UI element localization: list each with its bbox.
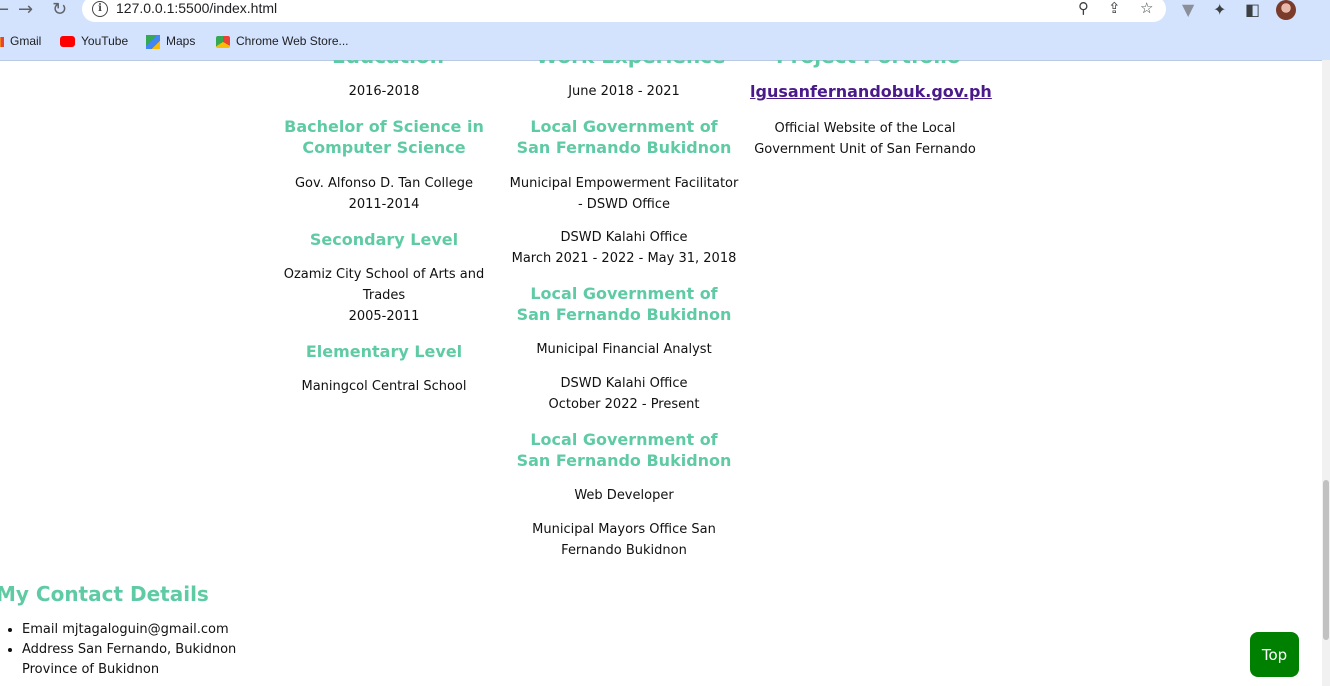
education-years: 2011-2014 xyxy=(348,197,420,212)
work-dates: October 2022 - Present xyxy=(548,397,700,412)
work-office: Municipal Mayors Office San Fernando Buk… xyxy=(532,522,716,558)
side-panel-icon[interactable]: ◧ xyxy=(1245,0,1260,20)
work-role: Municipal Financial Analyst xyxy=(536,342,712,357)
maps-icon xyxy=(146,34,160,49)
extensions-puzzle-icon[interactable]: ✦ xyxy=(1213,0,1226,20)
education-degree-title: Bachelor of Science in Computer Science xyxy=(284,117,484,157)
education-years: 2005-2011 xyxy=(348,309,420,324)
share-icon[interactable]: ⇪ xyxy=(1108,0,1121,17)
browser-chrome: ← → ↻ i 127.0.0.1:5500/index.html ⚲ ⇪ ☆ … xyxy=(0,0,1330,61)
back-arrow-icon[interactable]: ← xyxy=(0,0,9,20)
work-org-title: Local Government of San Fernando Bukidno… xyxy=(516,430,732,470)
bookmark-youtube[interactable]: YouTube xyxy=(60,31,128,51)
chrome-web-store-icon xyxy=(216,35,230,48)
contact-address: Address San Fernando, Bukidnon Province … xyxy=(22,640,242,680)
site-info-icon[interactable]: i xyxy=(92,1,108,17)
scrollbar-thumb[interactable] xyxy=(1323,480,1329,640)
contact-title: My Contact Details xyxy=(0,582,209,606)
work-office: DSWD Kalahi Office xyxy=(560,230,688,245)
bookmark-maps[interactable]: Maps xyxy=(146,31,195,51)
gmail-icon xyxy=(0,36,4,47)
reload-icon[interactable]: ↻ xyxy=(52,0,67,20)
work-date: June 2018 - 2021 xyxy=(568,84,680,99)
work-role: Municipal Empowerment Facilitator - DSWD… xyxy=(509,176,739,212)
education-level-title: Elementary Level xyxy=(305,342,463,361)
project-portfolio-title: Project Portfolio xyxy=(776,60,961,68)
project-link[interactable]: lgusanfernandobuk.gov.ph xyxy=(750,82,992,101)
work-org-title: Local Government of San Fernando Bukidno… xyxy=(516,284,732,324)
bookmark-label: Chrome Web Store... xyxy=(236,34,349,48)
education-column: 2016-2018 Bachelor of Science in Compute… xyxy=(274,81,494,397)
bookmark-label: YouTube xyxy=(81,34,129,48)
project-column: lgusanfernandobuk.gov.ph Official Websit… xyxy=(750,81,992,160)
contact-list: Email mjtagaloguin@gmail.com Address San… xyxy=(0,620,242,680)
work-office: DSWD Kalahi Office xyxy=(560,376,688,391)
education-school: Gov. Alfonso D. Tan College xyxy=(294,176,473,191)
contact-email: Email mjtagaloguin@gmail.com xyxy=(22,620,242,640)
back-to-top-button[interactable]: Top xyxy=(1250,632,1299,677)
education-year: 2016-2018 xyxy=(348,84,420,99)
project-description: Official Website of the Local Government… xyxy=(754,121,976,157)
bookmark-gmail[interactable]: Gmail xyxy=(0,31,41,51)
work-column: June 2018 - 2021 Local Government of San… xyxy=(506,81,742,561)
work-experience-title: Work Experience xyxy=(536,60,726,68)
youtube-icon xyxy=(60,36,75,48)
bookmark-star-icon[interactable]: ☆ xyxy=(1140,0,1153,17)
profile-avatar[interactable] xyxy=(1276,0,1296,20)
education-title: Education xyxy=(332,60,444,68)
education-school: Maningcol Central School xyxy=(301,379,467,394)
zoom-icon[interactable]: ⚲ xyxy=(1078,0,1089,17)
bookmark-label: Gmail xyxy=(10,34,42,48)
page-scrollbar[interactable] xyxy=(1322,60,1330,686)
extension-v-icon[interactable]: ▼ xyxy=(1182,0,1194,20)
url-text[interactable]: 127.0.0.1:5500/index.html xyxy=(116,0,277,16)
work-role: Web Developer xyxy=(574,488,674,503)
address-bar[interactable]: i 127.0.0.1:5500/index.html ⚲ ⇪ ☆ xyxy=(82,0,1166,22)
work-org-title: Local Government of San Fernando Bukidno… xyxy=(516,117,732,157)
forward-arrow-icon[interactable]: → xyxy=(18,0,33,20)
education-school: Ozamiz City School of Arts and Trades xyxy=(283,267,485,303)
work-dates: March 2021 - 2022 - May 31, 2018 xyxy=(511,251,737,266)
bookmark-label: Maps xyxy=(166,34,196,48)
page-content: Education Work Experience Project Portfo… xyxy=(0,60,1322,686)
bookmark-chrome-web-store[interactable]: Chrome Web Store... xyxy=(216,31,349,51)
education-level-title: Secondary Level xyxy=(309,230,459,249)
